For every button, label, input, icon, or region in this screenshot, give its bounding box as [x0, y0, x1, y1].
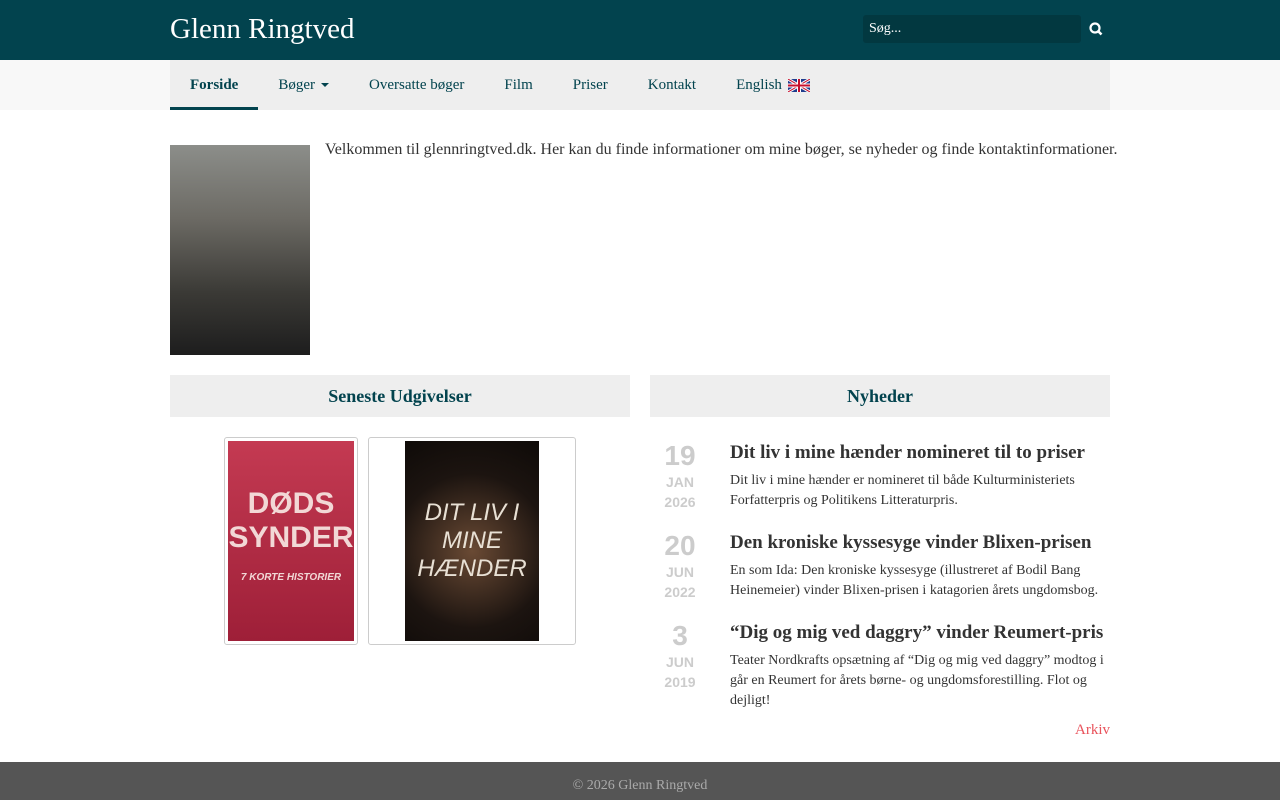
nav-priser[interactable]: Priser — [553, 60, 628, 110]
book-title: DIT LIV I MINE HÆNDER — [417, 499, 527, 582]
book-cover-dit-liv[interactable]: DIT LIV I MINE HÆNDER — [368, 437, 576, 645]
nav-boger[interactable]: Bøger — [258, 60, 349, 110]
author-photo — [170, 145, 310, 355]
book-cover-dods-synder[interactable]: DØDS SYNDER 7 KORTE HISTORIER — [224, 437, 358, 645]
book-cover-image: DØDS SYNDER 7 KORTE HISTORIER — [228, 441, 354, 641]
news-title[interactable]: “Dig og mig ved daggry” vinder Reumert-p… — [730, 622, 1103, 644]
nav-oversatte-boger[interactable]: Oversatte bøger — [349, 60, 484, 110]
nav-english[interactable]: English — [716, 60, 830, 110]
footer: © 2026 Glenn Ringtved — [0, 762, 1280, 800]
news-date: 19 JAN 2026 — [664, 440, 696, 510]
nav-film[interactable]: Film — [484, 60, 552, 110]
news-text: Teater Nordkrafts opsætning af “Dig og m… — [730, 653, 1104, 708]
search-icon[interactable] — [1087, 19, 1105, 39]
news-title[interactable]: Den kroniske kyssesyge vinder Blixen-pri… — [730, 532, 1091, 554]
news-text: Dit liv i mine hænder er nomineret til b… — [730, 473, 1075, 508]
news-date: 3 JUN 2019 — [664, 620, 696, 690]
book-title: DØDS SYNDER — [228, 487, 354, 554]
releases-heading: Seneste Udgivelser — [170, 375, 630, 417]
search-input[interactable] — [863, 15, 1081, 43]
news-date: 20 JUN 2022 — [664, 530, 696, 600]
archive-link[interactable]: Arkiv — [1075, 722, 1110, 739]
nav-english-label: English — [736, 76, 782, 93]
news-title[interactable]: Dit liv i mine hænder nomineret til to p… — [730, 442, 1085, 464]
uk-flag-icon — [787, 78, 810, 92]
news-text: En som Ida: Den kroniske kyssesyge (illu… — [730, 563, 1099, 598]
book-cover-image: DIT LIV I MINE HÆNDER — [405, 441, 539, 641]
main-nav: Forside Bøger Oversatte bøger Film Prise… — [170, 60, 1110, 110]
book-subtitle: 7 KORTE HISTORIER — [240, 572, 342, 583]
nav-forside[interactable]: Forside — [170, 60, 259, 110]
welcome-text: Velkommen til glennringtved.dk. Her kan … — [325, 141, 1118, 158]
news-heading: Nyheder — [650, 375, 1110, 417]
top-bar: Glenn Ringtved — [0, 0, 1280, 60]
nav-kontakt[interactable]: Kontakt — [628, 60, 716, 110]
nav-boger-label: Bøger — [278, 76, 315, 93]
site-title[interactable]: Glenn Ringtved — [170, 13, 354, 46]
caret-down-icon — [321, 83, 329, 87]
